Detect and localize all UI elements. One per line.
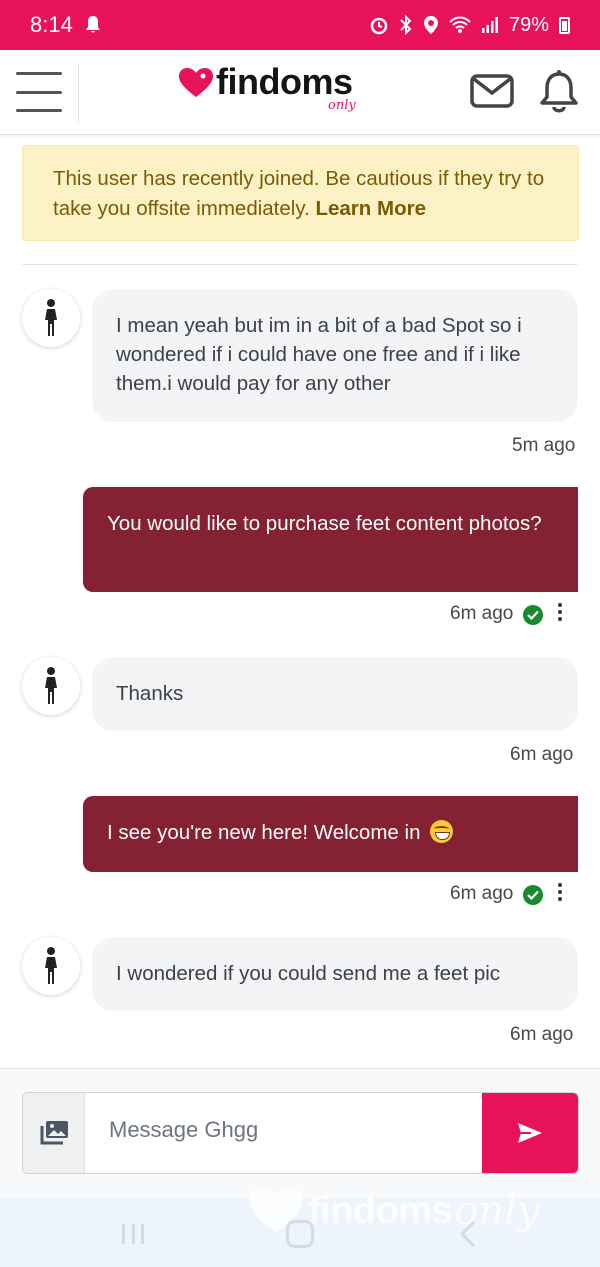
brand-logo[interactable]: findoms only (178, 61, 356, 113)
learn-more-link[interactable]: Learn More (315, 197, 426, 220)
female-figure-icon (45, 947, 57, 984)
female-figure-icon (45, 299, 57, 336)
location-icon (423, 16, 438, 34)
notification-bell-icon (85, 16, 100, 33)
message-bubble-incoming: Thanks (92, 657, 578, 731)
avatar[interactable] (22, 937, 80, 995)
message-text: Thanks (116, 682, 184, 705)
delivered-check-icon (523, 605, 543, 625)
brand-suffix: only (328, 98, 356, 113)
avatar[interactable] (22, 289, 80, 347)
warning-text: This user has recently joined. Be cautio… (53, 167, 545, 220)
message-time: 6m ago (450, 603, 514, 624)
hamburger-menu-icon[interactable] (16, 72, 62, 112)
message-time: 6m ago (510, 744, 574, 765)
send-icon (518, 1123, 542, 1143)
message-text: I mean yeah but im in a bit of a bad Spo… (116, 314, 522, 395)
message-bubble-incoming: I mean yeah but im in a bit of a bad Spo… (92, 289, 578, 422)
alarm-icon (370, 17, 388, 35)
message-text: I see you're new here! Welcome in (107, 821, 421, 844)
battery-icon (559, 16, 570, 34)
send-button[interactable] (482, 1093, 578, 1173)
message-time: 6m ago (450, 883, 514, 904)
mail-icon[interactable] (470, 74, 514, 108)
message-time: 5m ago (512, 435, 576, 456)
brand-name: findoms (216, 61, 353, 102)
photo-gallery-icon (40, 1121, 68, 1145)
message-bubble-outgoing[interactable]: I see you're new here! Welcome in (83, 796, 578, 872)
message-bubble-outgoing[interactable]: You would like to purchase feet content … (83, 487, 578, 592)
delivered-check-icon (523, 885, 543, 905)
divider (22, 264, 578, 265)
avatar[interactable] (22, 657, 80, 715)
message-options-icon[interactable] (557, 603, 563, 623)
back-icon[interactable] (456, 1220, 480, 1248)
heart-tag-icon (179, 68, 213, 97)
battery-percent: 79% (508, 13, 549, 36)
status-bar: 8:14 79% (0, 0, 600, 50)
status-time: 8:14 (30, 12, 73, 37)
message-composer: Message Ghgg (22, 1092, 579, 1174)
message-text: I wondered if you could send me a feet p… (116, 962, 501, 985)
home-icon[interactable] (286, 1220, 314, 1248)
bell-icon[interactable] (538, 70, 580, 114)
grinning-face-emoji-icon (430, 820, 454, 843)
app-header: findoms only (0, 50, 600, 135)
status-time-group: 8:14 (30, 12, 101, 38)
header-divider (78, 64, 79, 122)
new-user-warning: This user has recently joined. Be cautio… (22, 145, 579, 241)
message-text: You would like to purchase feet content … (107, 512, 542, 535)
signal-icon (481, 17, 498, 33)
scroll-fade (0, 1040, 600, 1070)
message-options-icon[interactable] (557, 883, 563, 903)
message-bubble-incoming: I wondered if you could send me a feet p… (92, 937, 578, 1011)
bluetooth-icon (400, 15, 412, 35)
recent-apps-icon[interactable] (122, 1224, 144, 1244)
message-input[interactable]: Message Ghgg (109, 1117, 258, 1143)
attach-media-button[interactable] (23, 1093, 85, 1173)
female-figure-icon (45, 667, 57, 704)
wifi-icon (449, 16, 471, 33)
status-icons: 79% (369, 14, 570, 37)
watermark-brand: findoms (308, 1189, 453, 1232)
